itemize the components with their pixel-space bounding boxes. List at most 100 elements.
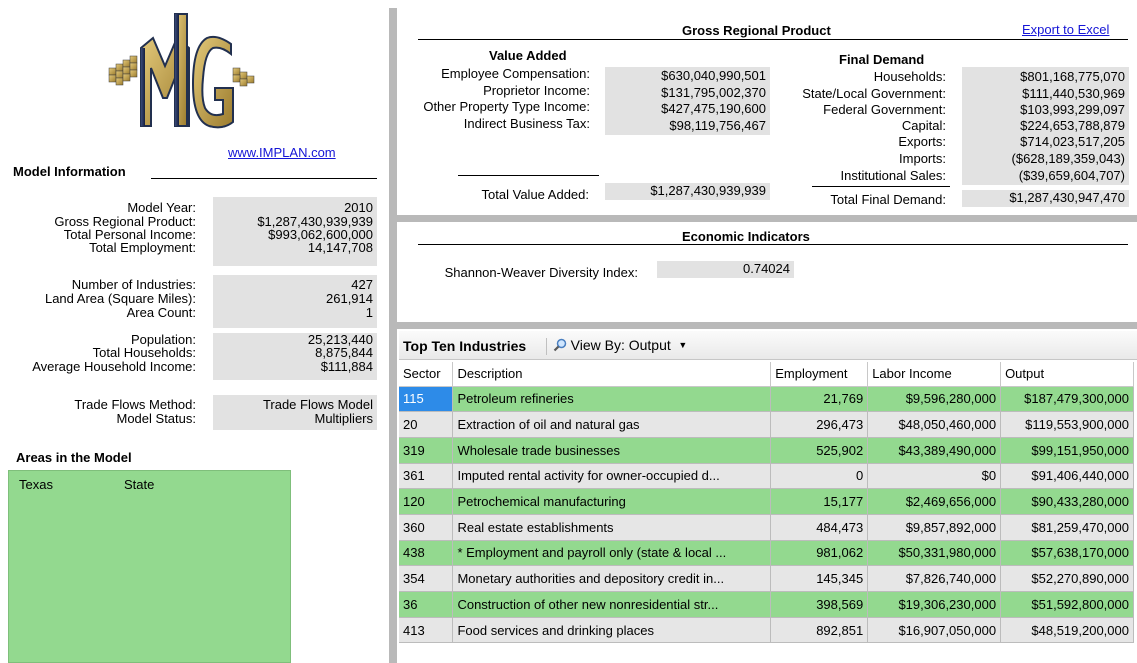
- table-row[interactable]: 354 Monetary authorities and depository c…: [399, 565, 1134, 592]
- top-ten-table: Sector Description Employment Labor Inco…: [399, 362, 1134, 644]
- table-cell-sector: 319: [399, 437, 454, 464]
- table-cell-output: $99,151,950,000: [1000, 437, 1134, 464]
- model-info-value: 8,875,844: [315, 345, 373, 360]
- col-output[interactable]: Output: [1000, 362, 1134, 387]
- table-cell-employment: 484,473: [770, 514, 869, 541]
- table-cell-sector: 36: [399, 591, 454, 618]
- table-cell-description: Imputed rental activity for owner-occupi…: [452, 463, 772, 490]
- table-cell-sector: 354: [399, 565, 454, 592]
- economic-indicators-heading: Economic Indicators: [682, 229, 810, 244]
- value-added-label: Indirect Business Tax:: [463, 116, 590, 131]
- grp-heading: Gross Regional Product: [682, 23, 831, 38]
- table-cell-employment: 0: [770, 463, 869, 490]
- total-value-added-value: $1,287,430,939,939: [605, 183, 770, 200]
- table-cell-output: $57,638,170,000: [1000, 540, 1134, 567]
- view-by-dropdown[interactable]: View By: Output ▼: [553, 337, 687, 355]
- value-added-value: $630,040,990,501: [661, 68, 766, 83]
- model-info-label: Land Area (Square Miles):: [44, 291, 196, 306]
- table-cell-labor-income: $19,306,230,000: [867, 591, 1002, 618]
- area-type: State: [124, 477, 155, 492]
- total-final-demand-label: Total Final Demand:: [830, 192, 946, 207]
- area-name: Texas: [19, 477, 53, 492]
- table-row[interactable]: 360 Real estate establishments 484,473 $9,8…: [399, 514, 1134, 541]
- model-info-value: 1: [365, 305, 373, 320]
- table-row[interactable]: 115 Petroleum refineries 21,769 $9,596,280,…: [399, 386, 1134, 413]
- table-cell-employment: 15,177: [770, 488, 869, 515]
- table-cell-output: $187,479,300,000: [1000, 386, 1134, 413]
- final-demand-value: $111,440,530,969: [1022, 86, 1125, 101]
- final-demand-value: ($628,189,359,043): [1011, 151, 1125, 166]
- table-cell-output: $48,519,200,000: [1000, 617, 1134, 644]
- table-cell-output: $91,406,440,000: [1000, 463, 1134, 490]
- table-cell-labor-income: $9,596,280,000: [867, 386, 1002, 413]
- model-info-value: 261,914: [326, 291, 373, 306]
- table-row[interactable]: 413 Food services and drinking places 892,…: [399, 617, 1134, 644]
- table-row[interactable]: 319 Wholesale trade businesses 525,902 $43,…: [399, 437, 1134, 464]
- horizontal-splitter-2[interactable]: [397, 322, 1137, 329]
- col-sector[interactable]: Sector: [399, 362, 454, 387]
- magnifier-icon: [553, 338, 567, 352]
- model-information-heading: Model Information: [13, 164, 126, 179]
- model-info-label: Trade Flows Method:: [74, 397, 196, 412]
- model-info-rule: [151, 178, 377, 179]
- implan-website-link[interactable]: www.IMPLAN.com: [228, 145, 336, 160]
- table-cell-description: Petroleum refineries: [452, 386, 772, 413]
- table-cell-output: $52,270,890,000: [1000, 565, 1134, 592]
- final-demand-value: $801,168,775,070: [1020, 69, 1125, 84]
- table-row[interactable]: 20 Extraction of oil and natural gas 296,4…: [399, 411, 1134, 438]
- table-cell-output: $119,553,900,000: [1000, 411, 1134, 438]
- model-info-label: Total Employment:: [89, 240, 196, 255]
- horizontal-splitter-1[interactable]: [397, 215, 1137, 222]
- col-labor-income[interactable]: Labor Income: [867, 362, 1002, 387]
- table-row[interactable]: 438 * Employment and payroll only (state …: [399, 540, 1134, 567]
- dropdown-arrow-icon: ▼: [678, 340, 688, 350]
- table-row[interactable]: 361 Imputed rental activity for owner-occ…: [399, 463, 1134, 490]
- export-to-excel-link[interactable]: Export to Excel: [1022, 22, 1109, 37]
- grp-rule: [418, 39, 1128, 40]
- value-added-value: $131,795,002,370: [661, 85, 766, 100]
- model-info-value: 2010: [344, 200, 373, 215]
- table-cell-sector: 120: [399, 488, 454, 515]
- table-cell-labor-income: $0: [867, 463, 1002, 490]
- final-demand-label: Capital:: [901, 118, 946, 133]
- table-cell-sector: 438: [399, 540, 454, 567]
- table-cell-output: $81,259,470,000: [1000, 514, 1134, 541]
- table-cell-labor-income: $50,331,980,000: [867, 540, 1002, 567]
- areas-list[interactable]: Texas State: [8, 470, 291, 663]
- table-cell-labor-income: $16,907,050,000: [867, 617, 1002, 644]
- table-cell-sector: 361: [399, 463, 454, 490]
- view-by-label: View By: Output: [570, 337, 671, 353]
- table-cell-employment: 145,345: [770, 565, 869, 592]
- table-cell-sector: 115: [399, 386, 454, 413]
- col-employment[interactable]: Employment: [770, 362, 869, 387]
- table-cell-output: $90,433,280,000: [1000, 488, 1134, 515]
- table-cell-description: Extraction of oil and natural gas: [452, 411, 772, 438]
- table-row[interactable]: 36 Construction of other new nonresidenti…: [399, 591, 1134, 618]
- final-demand-value: ($39,659,604,707): [1018, 168, 1125, 183]
- model-info-label: Model Status:: [116, 411, 197, 426]
- areas-in-model-heading: Areas in the Model: [16, 450, 132, 465]
- value-added-value: $427,475,190,600: [661, 101, 766, 116]
- table-row[interactable]: 120 Petrochemical manufacturing 15,177 $2,4…: [399, 488, 1134, 515]
- table-cell-labor-income: $48,050,460,000: [867, 411, 1002, 438]
- model-info-value: 427: [351, 277, 373, 292]
- table-cell-description: Petrochemical manufacturing: [452, 488, 772, 515]
- final-demand-label: Institutional Sales:: [840, 168, 946, 183]
- model-info-value: Trade Flows Model: [262, 397, 373, 412]
- table-cell-employment: 981,062: [770, 540, 869, 567]
- final-demand-total-rule: [812, 186, 950, 187]
- top-ten-toolbar: Top Ten Industries View By: Output ▼: [399, 331, 1137, 360]
- final-demand-label: State/Local Government:: [802, 86, 946, 101]
- value-added-label: Other Property Type Income:: [423, 99, 590, 114]
- table-cell-description: Real estate establishments: [452, 514, 772, 541]
- model-info-label: Average Household Income:: [32, 359, 196, 374]
- vertical-splitter[interactable]: [389, 8, 397, 663]
- col-description[interactable]: Description: [452, 362, 772, 387]
- value-added-value: $98,119,756,467: [669, 118, 766, 133]
- diversity-index-label: Shannon-Weaver Diversity Index:: [444, 265, 638, 280]
- final-demand-label: Imports:: [899, 151, 946, 166]
- total-final-demand-value: $1,287,430,947,470: [962, 190, 1129, 207]
- table-cell-employment: 296,473: [770, 411, 869, 438]
- value-added-label: Proprietor Income:: [483, 83, 590, 98]
- table-cell-description: * Employment and payroll only (state & l…: [452, 540, 772, 567]
